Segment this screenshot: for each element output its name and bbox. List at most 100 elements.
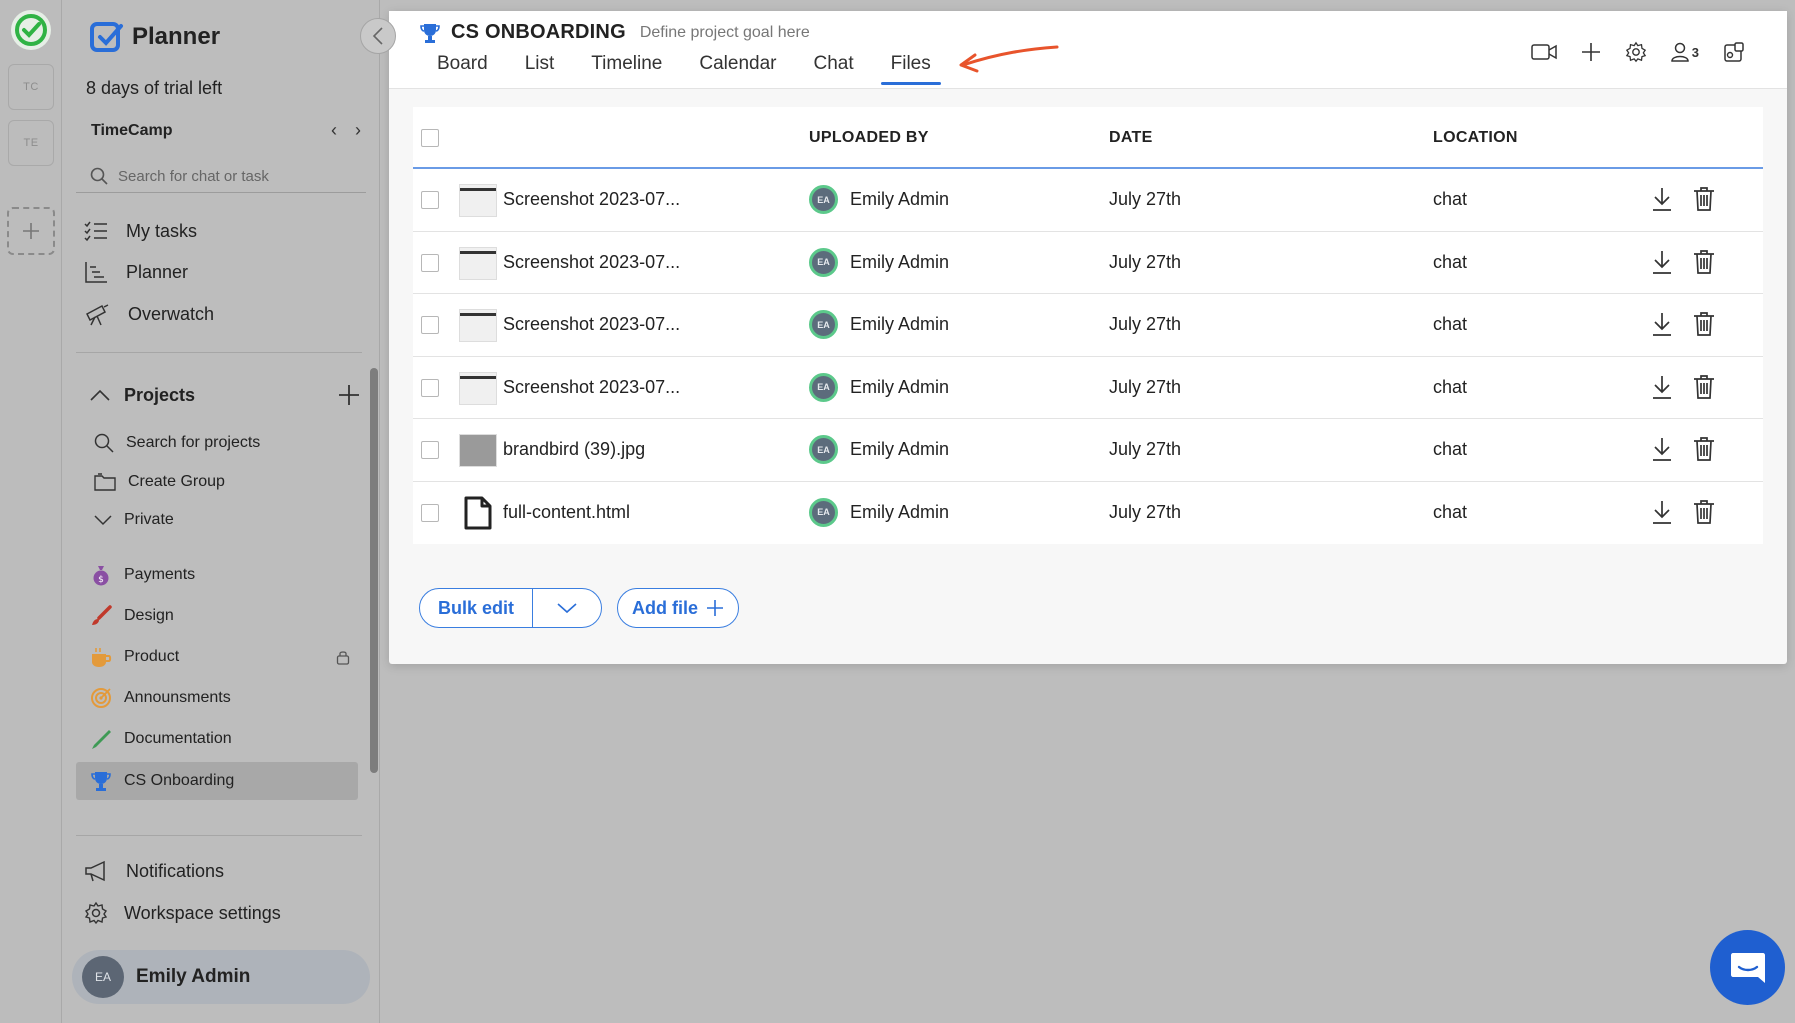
nav-planner-label: Planner	[126, 261, 189, 282]
brand[interactable]: Planner	[90, 20, 220, 54]
nav-notifications[interactable]: Notifications	[84, 860, 224, 882]
bulk-edit-button[interactable]: Bulk edit	[420, 589, 534, 627]
trash-icon[interactable]	[1693, 311, 1715, 337]
table-row[interactable]: Screenshot 2023-07... EA Emily Admin Jul…	[413, 357, 1763, 419]
project-label: CS Onboarding	[124, 772, 235, 789]
file-name[interactable]: Screenshot 2023-07...	[503, 189, 680, 210]
chevron-down-icon	[557, 603, 577, 614]
chevron-up-icon[interactable]	[90, 389, 110, 401]
file-name[interactable]: Screenshot 2023-07...	[503, 377, 680, 398]
table-header: UPLOADED BY DATE LOCATION	[413, 107, 1763, 169]
tab-files[interactable]: Files	[880, 53, 941, 85]
pen-icon	[92, 730, 111, 749]
sidebar-scrollbar[interactable]	[370, 368, 378, 773]
gear-icon	[84, 901, 108, 925]
trash-icon[interactable]	[1693, 499, 1715, 525]
download-icon[interactable]	[1651, 311, 1673, 337]
chevron-left-icon[interactable]: ‹	[331, 120, 337, 141]
project-product[interactable]: Product	[76, 638, 358, 676]
file-name[interactable]: full-content.html	[503, 502, 630, 523]
table-row[interactable]: Screenshot 2023-07... EA Emily Admin Jul…	[413, 232, 1763, 294]
support-chat-button[interactable]	[1710, 930, 1785, 1005]
trash-icon[interactable]	[1693, 186, 1715, 212]
search-icon	[94, 433, 114, 453]
search-projects-label: Search for projects	[126, 434, 261, 451]
tab-chat[interactable]: Chat	[813, 53, 853, 83]
create-group[interactable]: Create Group	[94, 473, 225, 491]
add-file-button[interactable]: Add file	[617, 588, 739, 628]
download-icon[interactable]	[1651, 499, 1673, 525]
trash-icon[interactable]	[1693, 374, 1715, 400]
project-design[interactable]: Design	[76, 597, 358, 635]
planner-logo-icon	[90, 22, 123, 52]
file-name[interactable]: Screenshot 2023-07...	[503, 252, 680, 273]
private-group[interactable]: Private	[94, 511, 174, 529]
row-checkbox[interactable]	[421, 378, 439, 397]
download-icon[interactable]	[1651, 249, 1673, 275]
bulk-edit-dropdown[interactable]	[533, 589, 601, 627]
add-workspace-button[interactable]	[7, 207, 55, 255]
row-checkbox[interactable]	[421, 191, 439, 209]
file-thumbnail	[459, 184, 497, 217]
nav-planner[interactable]: Planner	[84, 261, 188, 283]
user-profile[interactable]: EA Emily Admin	[72, 950, 370, 1004]
avatar: EA	[82, 956, 124, 998]
uploader-name: Emily Admin	[850, 439, 950, 459]
project-announsments[interactable]: Announsments	[76, 679, 358, 717]
row-checkbox[interactable]	[421, 253, 439, 272]
workspace-tc[interactable]: TC	[8, 64, 54, 110]
file-name[interactable]: brandbird (39).jpg	[503, 439, 645, 460]
chevron-down-icon	[94, 515, 112, 526]
trash-icon[interactable]	[1693, 249, 1715, 275]
chevron-right-icon[interactable]: ›	[355, 120, 361, 141]
trophy-icon	[420, 23, 440, 43]
integrations-icon[interactable]	[1723, 41, 1745, 63]
table-row[interactable]: Screenshot 2023-07... EA Emily Admin Jul…	[413, 294, 1763, 357]
file-date: July 27th	[1109, 376, 1182, 397]
tab-timeline[interactable]: Timeline	[591, 53, 662, 83]
tab-calendar[interactable]: Calendar	[699, 53, 776, 83]
table-row[interactable]: full-content.html EA Emily Admin July 27…	[413, 482, 1763, 545]
uploader-name: Emily Admin	[850, 376, 950, 397]
video-call-icon[interactable]	[1531, 43, 1557, 61]
search-projects[interactable]: Search for projects	[94, 433, 260, 453]
row-checkbox[interactable]	[421, 441, 439, 459]
annotation-arrow-icon	[959, 45, 1059, 73]
download-icon[interactable]	[1651, 436, 1673, 462]
project-cs-onboarding[interactable]: CS Onboarding	[76, 762, 358, 800]
coffee-icon	[92, 648, 112, 667]
tab-list[interactable]: List	[525, 53, 555, 83]
add-project-icon[interactable]	[338, 384, 360, 406]
nav-my-tasks[interactable]: My tasks	[84, 220, 197, 242]
avatar: EA	[809, 310, 838, 339]
collapse-sidebar-button[interactable]	[360, 18, 396, 54]
table-row[interactable]: Screenshot 2023-07... EA Emily Admin Jul…	[413, 169, 1763, 232]
app-logo-icon[interactable]	[11, 10, 51, 50]
row-checkbox[interactable]	[421, 316, 439, 334]
project-header: CS ONBOARDING Define project goal here B…	[389, 11, 1787, 89]
add-icon[interactable]	[1581, 42, 1601, 62]
row-checkbox[interactable]	[421, 503, 439, 522]
tab-board[interactable]: Board	[437, 53, 488, 83]
file-date: July 27th	[1109, 501, 1182, 522]
project-payments[interactable]: $ Payments	[76, 556, 358, 594]
search-input[interactable]: Search for chat or task	[118, 168, 269, 185]
nav-workspace-settings[interactable]: Workspace settings	[84, 901, 281, 925]
nav-overwatch[interactable]: Overwatch	[84, 302, 214, 326]
sidebar-search[interactable]: Search for chat or task	[76, 160, 366, 193]
download-icon[interactable]	[1651, 186, 1673, 212]
uploader: EA Emily Admin	[809, 185, 949, 214]
project-documentation[interactable]: Documentation	[76, 720, 358, 758]
trash-icon[interactable]	[1693, 436, 1715, 462]
file-name[interactable]: Screenshot 2023-07...	[503, 314, 680, 335]
project-goal-input[interactable]: Define project goal here	[640, 24, 810, 42]
table-row[interactable]: brandbird (39).jpg EA Emily Admin July 2…	[413, 419, 1763, 482]
megaphone-icon	[85, 860, 105, 882]
members-button[interactable]: 3	[1671, 42, 1699, 62]
chat-icon	[1730, 952, 1765, 983]
download-icon[interactable]	[1651, 374, 1673, 400]
files-table: UPLOADED BY DATE LOCATION Screenshot 202…	[413, 107, 1763, 544]
select-all-checkbox[interactable]	[421, 129, 439, 147]
workspace-te[interactable]: TE	[8, 120, 54, 166]
gear-icon[interactable]	[1625, 41, 1647, 63]
